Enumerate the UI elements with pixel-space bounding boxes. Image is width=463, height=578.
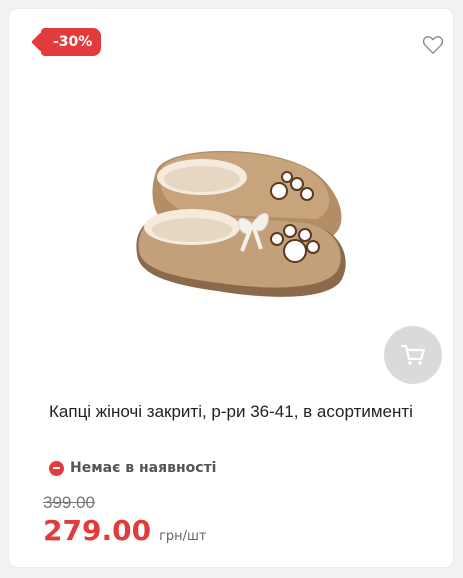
heart-icon[interactable] [422, 35, 444, 55]
slippers-image [136, 150, 346, 297]
availability-status: Немає в наявності [49, 460, 216, 476]
availability-text: Немає в наявності [70, 460, 217, 476]
old-price: 399.00 [43, 493, 95, 512]
add-to-cart-button[interactable] [384, 326, 442, 384]
price-unit: грн/шт [159, 529, 207, 544]
minus-circle-icon [49, 460, 64, 476]
price-row: 279.00 грн/шт [43, 514, 207, 547]
product-image[interactable] [127, 139, 357, 309]
discount-badge: -30% [41, 28, 102, 56]
discount-badge-label: -30% [53, 34, 93, 50]
product-card[interactable]: -30% Капці жіночі закриті, р-ри 36-41, в… [9, 9, 453, 567]
current-price: 279.00 [43, 514, 152, 547]
product-title[interactable]: Капці жіночі закриті, р-ри 36-41, в асор… [49, 398, 449, 425]
cart-icon [400, 344, 426, 365]
